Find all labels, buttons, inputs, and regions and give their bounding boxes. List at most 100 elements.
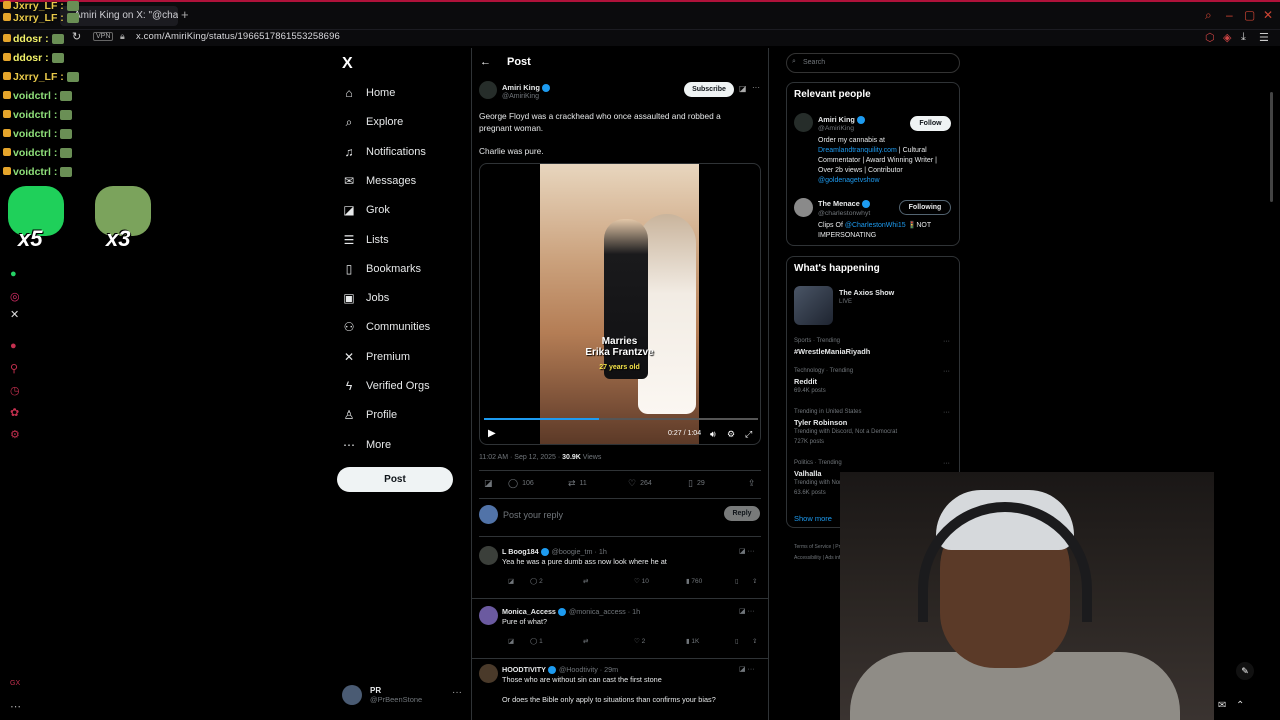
shield-icon[interactable]: ◈ [1223, 31, 1231, 44]
follow-button[interactable]: Follow [910, 116, 951, 131]
author-name[interactable]: Amiri King [502, 83, 550, 93]
bio-link[interactable]: @goldenagetvshow [818, 177, 880, 184]
close-icon[interactable]: ✕ [1263, 8, 1273, 22]
bookmark-action[interactable]: ▯ 29 [688, 478, 705, 489]
more-icon[interactable]: ··· [943, 338, 950, 345]
vpn-badge[interactable]: VPN [93, 32, 114, 41]
person-name[interactable]: The Menace [818, 199, 870, 209]
nav-item-premium[interactable]: ✕ Premium [342, 347, 410, 367]
whatsapp-icon[interactable]: ● [10, 268, 17, 280]
avatar[interactable] [479, 546, 498, 565]
reply-author[interactable]: L Boog184 @boogie_tm · 1h [502, 547, 607, 557]
play-icon[interactable]: ▶ [488, 428, 496, 439]
video-player[interactable]: Marries Erika Frantzve 27 years old ▶ 0:2… [479, 163, 761, 445]
nav-item-notifications[interactable]: ♫ Notifications [342, 142, 426, 162]
bookmark-action[interactable]: ▯ [735, 637, 739, 645]
nav-item-communities[interactable]: ⚇ Communities [342, 317, 431, 337]
back-arrow-icon[interactable]: ← [480, 56, 491, 68]
reply-button[interactable]: Reply [724, 506, 760, 521]
gx-icon[interactable]: GX [10, 680, 20, 687]
repost-action[interactable]: ⇄ [583, 577, 588, 585]
fullscreen-icon[interactable]: ⤢ [745, 429, 752, 440]
history-icon[interactable]: ◷ [10, 384, 20, 397]
heart-action[interactable]: ♡ 10 [634, 577, 649, 585]
bio-link[interactable]: @CharlestonWhi15 [845, 222, 906, 229]
nav-item-more[interactable]: ⋯ More [342, 435, 391, 455]
reply-action[interactable]: ◯ 1 [530, 637, 543, 645]
volume-icon[interactable]: 🔊︎ [710, 429, 716, 440]
chevron-up-icon[interactable]: ⌃ [1236, 700, 1244, 711]
account-switcher[interactable]: PR @PrBeenStone ··· [342, 685, 462, 705]
reply-author[interactable]: HOODTIVITY @Hoodtivity · 29m [502, 665, 618, 675]
trend-name[interactable]: Valhalla [794, 469, 822, 478]
avatar[interactable] [479, 81, 497, 99]
avatar[interactable] [479, 606, 498, 625]
minimize-icon[interactable]: – [1226, 8, 1233, 22]
maximize-icon[interactable]: ▢ [1244, 8, 1255, 22]
messages-drawer-icon[interactable]: ✉ [1218, 700, 1226, 711]
subscribe-button[interactable]: Subscribe [684, 82, 734, 97]
sidebar-more-icon[interactable]: ⋯ [10, 700, 21, 713]
grok-action[interactable]: ◪ [508, 577, 514, 585]
settings-icon[interactable]: ⚙ [727, 429, 735, 440]
following-button[interactable]: Following [899, 200, 951, 215]
new-tab-button[interactable]: + [181, 7, 189, 22]
share-action[interactable]: ⇪ [752, 637, 757, 645]
compose-icon[interactable]: ✎ [1236, 662, 1254, 680]
repost-action[interactable]: ⇄ 11 [568, 478, 587, 489]
more-icon[interactable]: ··· [943, 460, 950, 467]
person-handle[interactable]: @charlestonwhyt [818, 210, 870, 217]
search-input[interactable]: Search [786, 53, 960, 73]
nav-item-messages[interactable]: ✉ Messages [342, 171, 416, 191]
more-icon[interactable]: ··· [943, 409, 950, 416]
show-more-link[interactable]: Show more [794, 514, 832, 523]
extension-icon[interactable]: ⬡ [1205, 31, 1215, 44]
nav-item-verified-orgs[interactable]: ϟ Verified Orgs [342, 376, 430, 396]
url-field[interactable]: x.com/AmiriKing/status/19665178615532586… [136, 31, 340, 42]
nav-item-profile[interactable]: ♙ Profile [342, 405, 398, 425]
nav-item-jobs[interactable]: ▣ Jobs [342, 288, 389, 308]
reply-tools[interactable]: ◪ ··· [739, 547, 755, 555]
reply-author[interactable]: Monica_Access @monica_access · 1h [502, 607, 640, 617]
reply-action[interactable]: ◯ 106 [508, 478, 534, 489]
grok-action[interactable]: ◪ [508, 637, 514, 645]
reply-tools[interactable]: ◪ ··· [739, 607, 755, 615]
nav-item-lists[interactable]: ☰ Lists [342, 230, 389, 250]
post-button[interactable]: Post [337, 467, 453, 492]
x-icon[interactable]: ✕ [10, 308, 19, 321]
avatar[interactable] [794, 198, 813, 217]
nav-item-home[interactable]: ⌂ Home [342, 83, 395, 103]
more-icon[interactable]: ··· [752, 83, 760, 92]
repost-action[interactable]: ⇄ [583, 637, 588, 645]
avatar[interactable] [479, 664, 498, 683]
download-icon[interactable]: ⤓ [1241, 31, 1246, 44]
scrollbar[interactable] [1270, 92, 1273, 202]
x-logo[interactable]: X [342, 55, 353, 73]
reply-action[interactable]: ◯ 2 [530, 577, 543, 585]
person-handle[interactable]: @AmiriKing [818, 125, 854, 132]
live-show-name[interactable]: The Axios Show [839, 288, 894, 297]
live-thumbnail[interactable] [794, 286, 833, 325]
instagram-icon[interactable]: ◎ [10, 290, 20, 303]
avatar[interactable] [794, 113, 813, 132]
video-progress-bar[interactable] [484, 418, 758, 420]
settings-icon[interactable]: ⚙ [10, 428, 20, 441]
bio-link[interactable]: Dreamlandtranquility.com [818, 147, 897, 154]
heart-action[interactable]: ♡ 2 [634, 637, 645, 645]
trend-name[interactable]: Reddit [794, 377, 817, 386]
views-action[interactable]: ▮ 760 [686, 577, 702, 585]
nav-item-grok[interactable]: ◪ Grok [342, 200, 390, 220]
pin-icon[interactable]: ⚲ [10, 362, 18, 375]
person-name[interactable]: Amiri King [818, 115, 865, 125]
trend-name[interactable]: Tyler Robinson [794, 418, 847, 427]
share-action[interactable]: ⇪ [752, 577, 757, 585]
views-action[interactable]: ▮ 1K [686, 637, 699, 645]
share-action[interactable]: ⇪ [748, 478, 756, 489]
bookmark-action[interactable]: ▯ [735, 577, 739, 585]
reply-input[interactable]: Post your reply [503, 510, 563, 520]
nav-item-explore[interactable]: ⌕ Explore [342, 112, 404, 132]
reload-icon[interactable]: ↻ [72, 30, 81, 43]
like-action[interactable]: ♡ 264 [628, 478, 652, 489]
more-icon[interactable]: ··· [943, 368, 950, 375]
music-icon[interactable]: ● [10, 340, 17, 352]
